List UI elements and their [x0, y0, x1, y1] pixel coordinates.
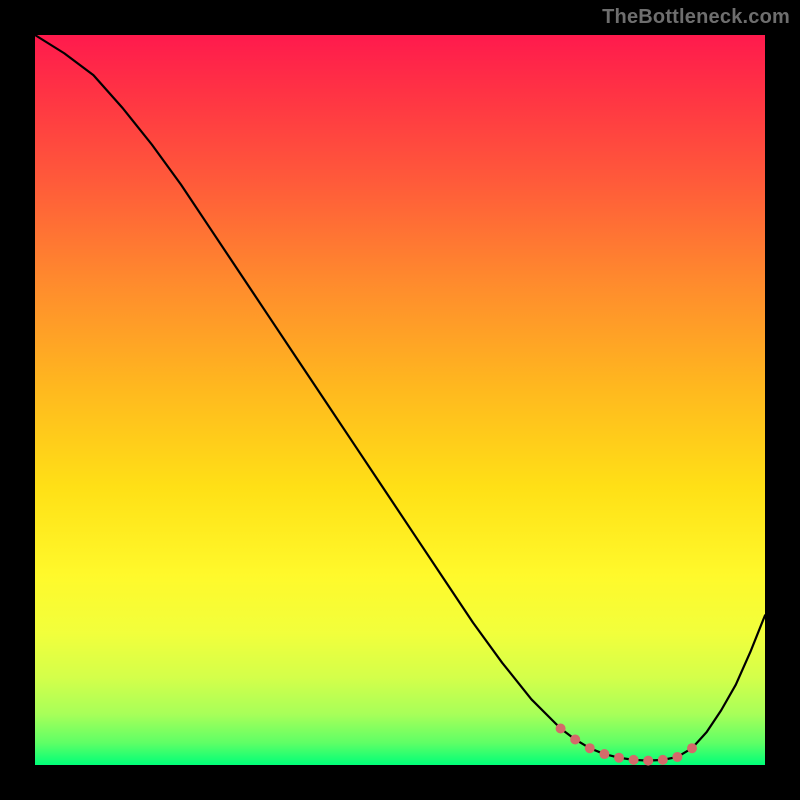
- watermark: TheBottleneck.com: [602, 6, 790, 29]
- marker-dot: [643, 756, 653, 766]
- bottleneck-curve: [35, 35, 765, 761]
- marker-dot: [687, 743, 697, 753]
- marker-dot: [585, 743, 595, 753]
- chart-svg: [35, 35, 765, 765]
- marker-dot: [556, 724, 566, 734]
- marker-dot: [570, 734, 580, 744]
- marker-dot: [599, 749, 609, 759]
- marker-dot: [672, 752, 682, 762]
- marker-dot: [614, 753, 624, 763]
- marker-dot: [658, 755, 668, 765]
- marker-dot: [629, 755, 639, 765]
